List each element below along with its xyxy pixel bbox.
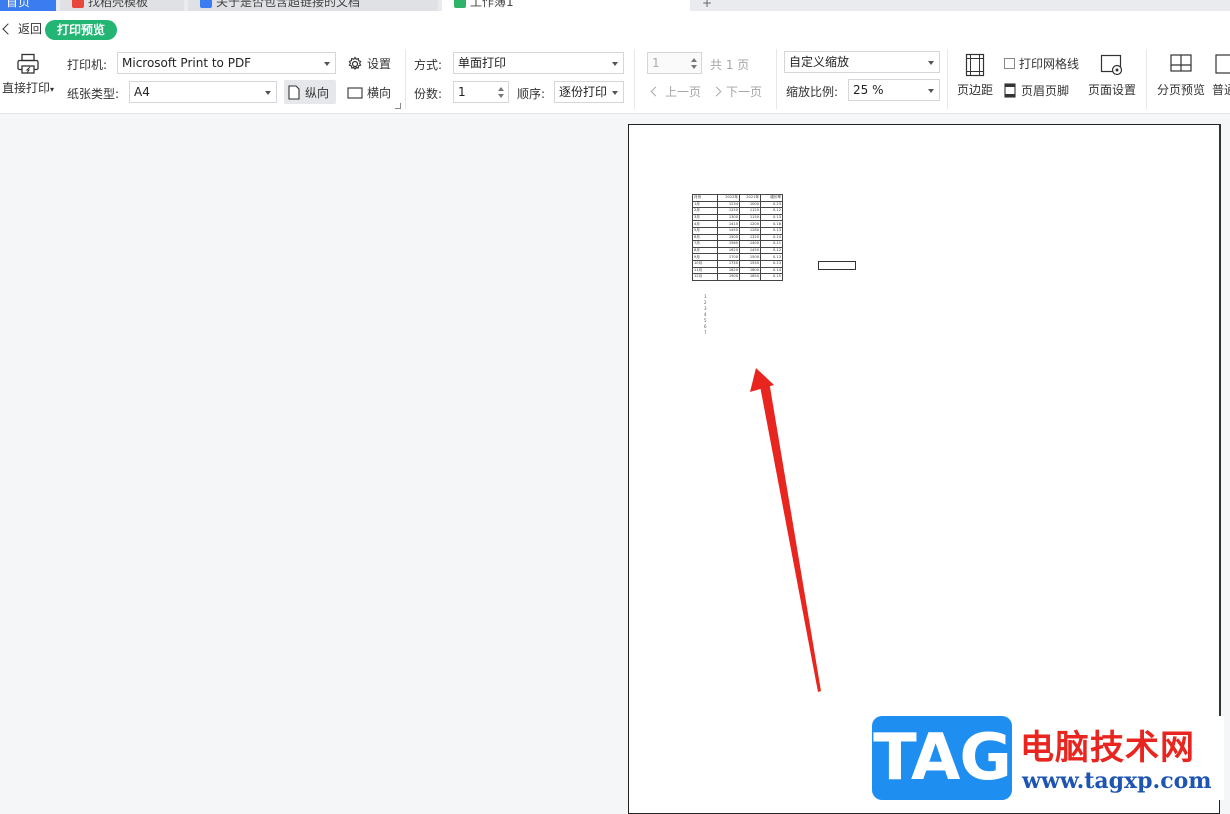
watermark: TAG 电脑技术网 www.tagxp.com [872, 716, 1224, 800]
watermark-url: www.tagxp.com [1022, 768, 1212, 794]
annotation-arrow [750, 368, 821, 692]
watermark-logo: TAG [872, 716, 1012, 800]
watermark-title: 电脑技术网 [1020, 728, 1195, 768]
arrow-head [750, 368, 774, 392]
arrow-shaft [760, 381, 821, 692]
